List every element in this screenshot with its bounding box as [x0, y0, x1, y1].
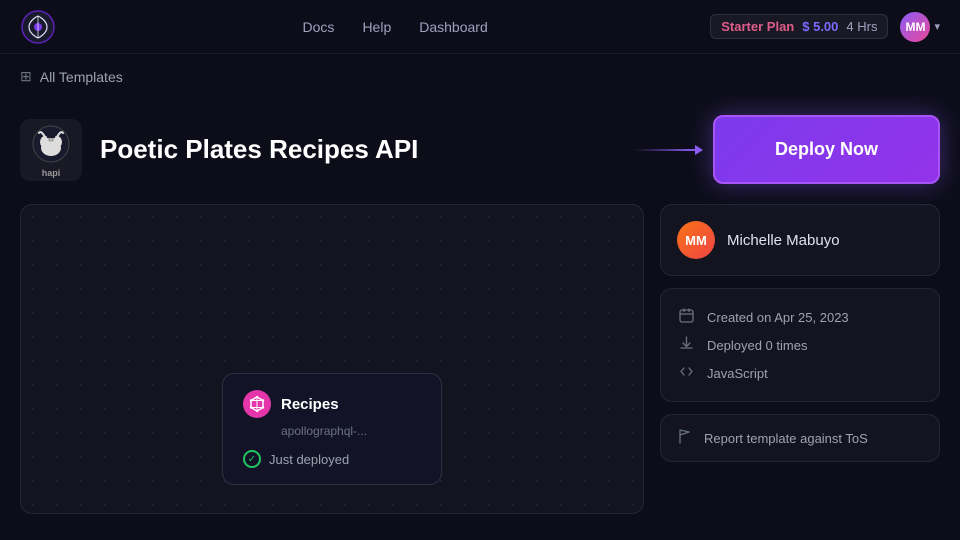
graphql-icon	[243, 390, 271, 418]
plan-hours: 4 Hrs	[846, 19, 877, 34]
nav-links: Docs Help Dashboard	[80, 19, 710, 35]
all-templates-link[interactable]: All Templates	[40, 69, 123, 85]
logo[interactable]	[20, 9, 56, 45]
recipe-status: ✓ Just deployed	[243, 450, 421, 468]
breadcrumb: ⊞ All Templates	[0, 54, 960, 99]
author-row: MM Michelle Mabuyo	[677, 221, 923, 259]
created-label: Created on Apr 25, 2023	[707, 310, 849, 325]
status-check-icon: ✓	[243, 450, 261, 468]
nav-help[interactable]: Help	[362, 19, 391, 35]
recipe-name: Recipes	[281, 396, 339, 413]
download-icon	[677, 336, 695, 354]
author-section: MM Michelle Mabuyo	[660, 204, 940, 276]
content-grid: Recipes apollographql-... ✓ Just deploye…	[20, 204, 940, 514]
nav-right: Starter Plan $ 5.00 4 Hrs MM ▾	[710, 12, 940, 42]
meta-row-created: Created on Apr 25, 2023	[677, 303, 923, 331]
author-avatar: MM	[677, 221, 715, 259]
report-label: Report template against ToS	[704, 431, 868, 446]
grid-icon: ⊞	[20, 68, 32, 85]
status-label: Just deployed	[269, 452, 349, 467]
recipe-card-header: Recipes	[243, 390, 421, 418]
user-menu[interactable]: MM ▾	[900, 12, 940, 42]
meta-row-deployed: Deployed 0 times	[677, 331, 923, 359]
info-panel: MM Michelle Mabuyo Cr	[660, 204, 940, 514]
deploy-area: Deploy Now	[635, 115, 940, 184]
plan-badge[interactable]: Starter Plan $ 5.00 4 Hrs	[710, 14, 888, 39]
preview-panel: Recipes apollographql-... ✓ Just deploye…	[20, 204, 644, 514]
main-content: hapi Poetic Plates Recipes API Deploy No…	[0, 99, 960, 514]
meta-row-language: JavaScript	[677, 359, 923, 387]
report-row[interactable]: Report template against ToS	[677, 429, 923, 447]
navbar: Docs Help Dashboard Starter Plan $ 5.00 …	[0, 0, 960, 54]
calendar-icon	[677, 308, 695, 326]
nav-dashboard[interactable]: Dashboard	[419, 19, 488, 35]
deploy-now-button[interactable]: Deploy Now	[713, 115, 940, 184]
flag-icon	[677, 429, 692, 447]
recipe-subtext: apollographql-...	[243, 424, 421, 438]
template-title: Poetic Plates Recipes API	[100, 134, 635, 165]
language-label: JavaScript	[707, 366, 768, 381]
template-logo: hapi	[20, 119, 82, 181]
chevron-down-icon: ▾	[934, 20, 940, 33]
author-name: Michelle Mabuyo	[727, 232, 840, 249]
avatar: MM	[900, 12, 930, 42]
plan-price: $ 5.00	[802, 19, 838, 34]
recipe-card: Recipes apollographql-... ✓ Just deploye…	[222, 373, 442, 485]
report-section: Report template against ToS	[660, 414, 940, 462]
nav-docs[interactable]: Docs	[303, 19, 335, 35]
plan-name: Starter Plan	[721, 19, 794, 34]
deploy-arrow	[635, 145, 703, 155]
meta-section: Created on Apr 25, 2023 Deployed 0 times	[660, 288, 940, 402]
deployed-label: Deployed 0 times	[707, 338, 807, 353]
template-header: hapi Poetic Plates Recipes API Deploy No…	[20, 115, 940, 184]
code-icon	[677, 364, 695, 382]
